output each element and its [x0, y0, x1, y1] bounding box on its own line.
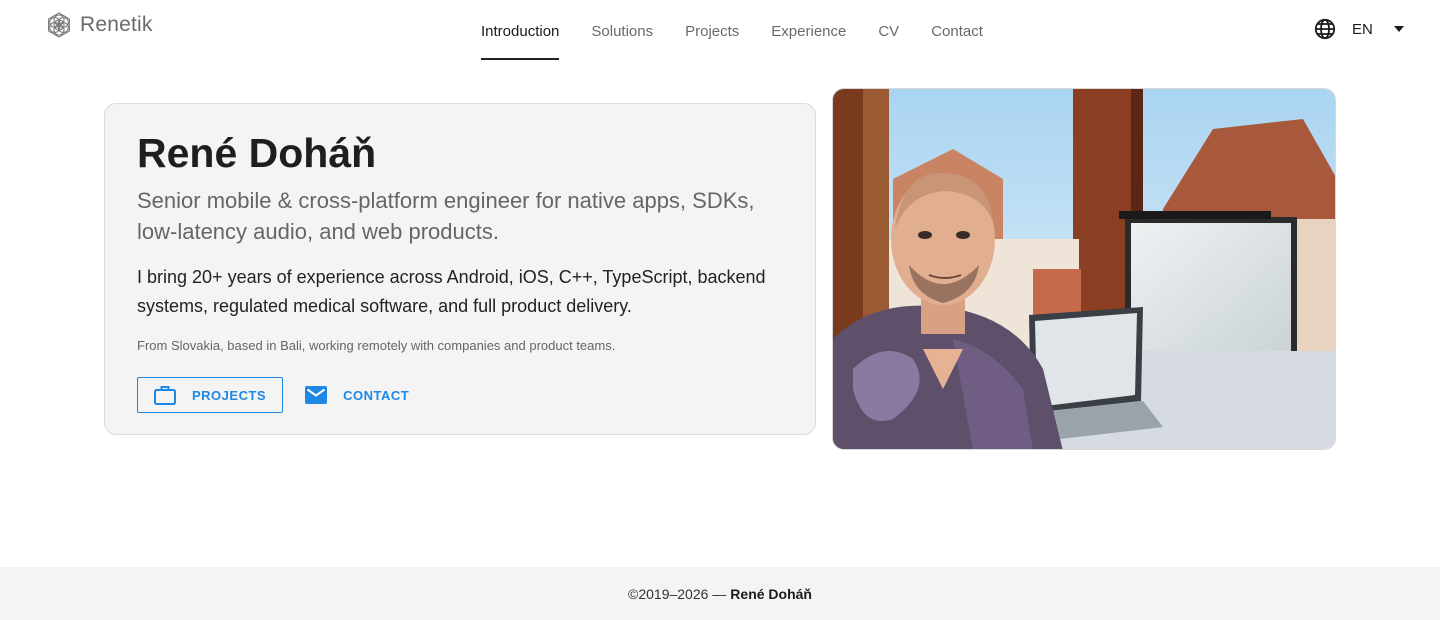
nav-item-contact[interactable]: Contact	[915, 0, 999, 62]
intro-card: René Doháň Senior mobile & cross-platfor…	[104, 103, 816, 435]
portrait-photo	[832, 88, 1336, 450]
nav-item-introduction[interactable]: Introduction	[465, 0, 575, 62]
footer-copyright: ©2019–2026 —	[628, 585, 727, 602]
language-selector[interactable]: EN	[1314, 18, 1404, 40]
brand-logo-link[interactable]: Renetik	[46, 12, 153, 38]
page-title: René Doháň	[137, 130, 377, 176]
site-footer: ©2019–2026 — René Doháň	[0, 567, 1440, 620]
nav-item-projects[interactable]: Projects	[669, 0, 755, 62]
globe-icon	[1314, 18, 1336, 40]
nav-item-experience[interactable]: Experience	[755, 0, 862, 62]
nav-item-solutions[interactable]: Solutions	[575, 0, 669, 62]
intro-location: From Slovakia, based in Bali, working re…	[137, 338, 616, 353]
brand-name: Renetik	[80, 13, 153, 36]
main-nav: Introduction Solutions Projects Experien…	[465, 0, 999, 62]
projects-button[interactable]: PROJECTS	[137, 377, 284, 413]
intro-actions: PROJECTS CONTACT	[137, 377, 783, 413]
flower-of-life-icon	[48, 12, 70, 38]
nav-item-cv[interactable]: CV	[862, 0, 915, 62]
intro-description: I bring 20+ years of experience across A…	[137, 267, 766, 316]
briefcase-icon	[154, 386, 176, 405]
mail-icon	[305, 386, 328, 404]
intro-subtitle: Senior mobile & cross-platform engineer …	[137, 188, 755, 244]
contact-button-label: CONTACT	[343, 387, 410, 403]
language-code: EN	[1352, 20, 1373, 38]
portrait-photo-illustration	[833, 89, 1335, 449]
contact-button[interactable]: CONTACT	[283, 377, 431, 413]
footer-owner: René Doháň	[730, 585, 812, 602]
site-header: Renetik Introduction Solutions Projects …	[0, 0, 1440, 62]
projects-button-label: PROJECTS	[192, 387, 267, 403]
caret-down-icon	[1394, 26, 1404, 32]
